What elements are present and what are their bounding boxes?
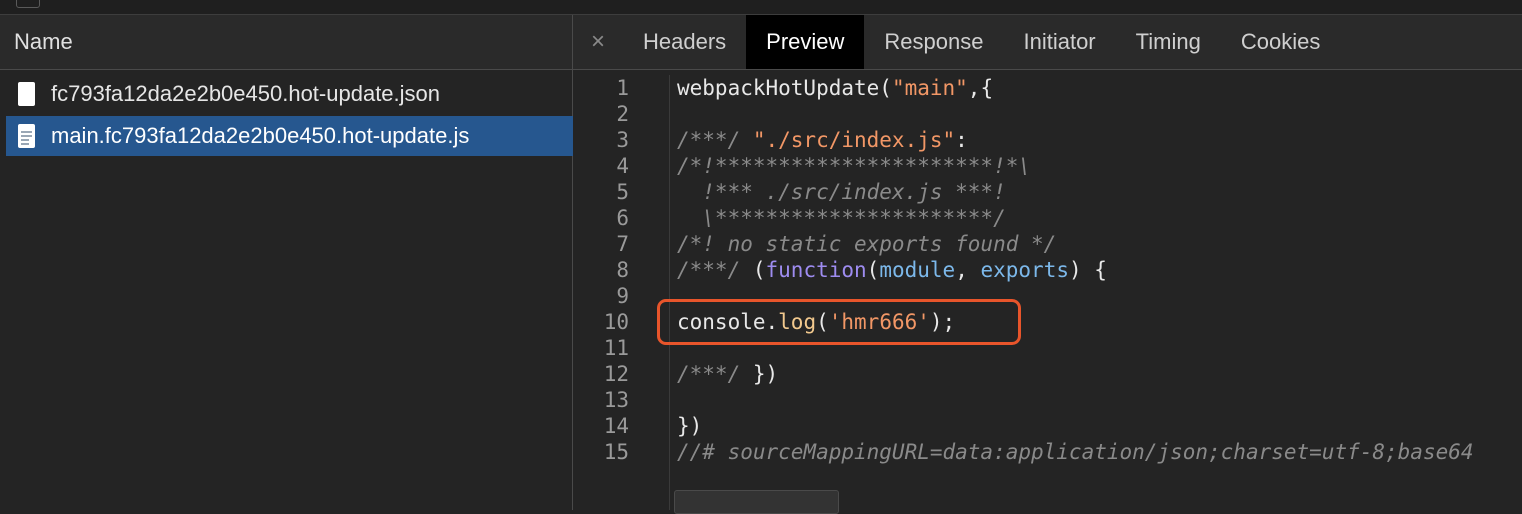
- line-number: 6: [616, 206, 629, 230]
- code-line: webpackHotUpdate("main",{: [677, 76, 994, 100]
- code-line: }): [677, 414, 703, 438]
- tab-timing[interactable]: Timing: [1116, 15, 1221, 69]
- code-line: /***/ (function(module, exports) {: [677, 258, 1107, 282]
- horizontal-scrollbar[interactable]: [674, 490, 839, 514]
- code-line: /***/ }): [677, 362, 779, 386]
- code-line: /*! no static exports found */: [677, 232, 1057, 256]
- code-lines: webpackHotUpdate("main",{ /***/ "./src/i…: [677, 75, 1522, 510]
- top-strip: [0, 0, 1522, 15]
- request-list-pane: Name fc793fa12da2e2b0e450.hot-update.jso…: [0, 15, 576, 510]
- js-file-icon: [18, 124, 35, 148]
- request-name: fc793fa12da2e2b0e450.hot-update.json: [51, 81, 441, 106]
- request-row-json[interactable]: fc793fa12da2e2b0e450.hot-update.json: [0, 74, 572, 114]
- code-preview[interactable]: 1 2 3 4 5 6 7 8 9 10 11 12 13 14 15 webp…: [573, 75, 1522, 514]
- code-line: //# sourceMappingURL=data:application/js…: [677, 440, 1474, 464]
- line-number: 10: [603, 310, 629, 334]
- tab-initiator[interactable]: Initiator: [1003, 15, 1115, 69]
- line-number: 4: [616, 154, 629, 178]
- line-number: 9: [616, 284, 629, 308]
- code-line: !*** ./src/index.js ***!: [677, 180, 1006, 204]
- request-name: main.fc793fa12da2e2b0e450.hot-update.js: [51, 123, 470, 148]
- tab-preview[interactable]: Preview: [746, 15, 865, 69]
- line-number: 8: [616, 258, 629, 282]
- line-number: 2: [616, 102, 629, 126]
- details-tabbar: × Headers Preview Response Initiator Tim…: [573, 15, 1522, 70]
- highlight-annotation-box: [657, 299, 1021, 345]
- code-line: /*!**********************!*\: [677, 154, 1032, 178]
- request-details-pane: × Headers Preview Response Initiator Tim…: [573, 15, 1522, 514]
- line-number: 12: [603, 362, 629, 386]
- line-number: 14: [603, 414, 629, 438]
- tab-response[interactable]: Response: [864, 15, 1003, 69]
- tab-headers[interactable]: Headers: [623, 15, 746, 69]
- name-column-header[interactable]: Name: [0, 15, 572, 70]
- tab-cookies[interactable]: Cookies: [1221, 15, 1340, 69]
- close-icon[interactable]: ×: [573, 15, 623, 69]
- line-number: 7: [616, 232, 629, 256]
- line-number: 11: [603, 336, 629, 360]
- line-number: 3: [616, 128, 629, 152]
- json-file-icon: [18, 82, 35, 106]
- toolbar-checkbox[interactable]: [16, 0, 40, 8]
- code-line: \**********************/: [677, 206, 1006, 230]
- line-number: 15: [603, 440, 629, 464]
- request-row-js[interactable]: main.fc793fa12da2e2b0e450.hot-update.js: [6, 116, 576, 156]
- line-number: 13: [603, 388, 629, 412]
- line-number: 5: [616, 180, 629, 204]
- name-header-label: Name: [14, 29, 73, 54]
- line-number-gutter: 1 2 3 4 5 6 7 8 9 10 11 12 13 14 15: [573, 75, 670, 510]
- line-number: 1: [616, 76, 629, 100]
- code-line: /***/ "./src/index.js":: [677, 128, 968, 152]
